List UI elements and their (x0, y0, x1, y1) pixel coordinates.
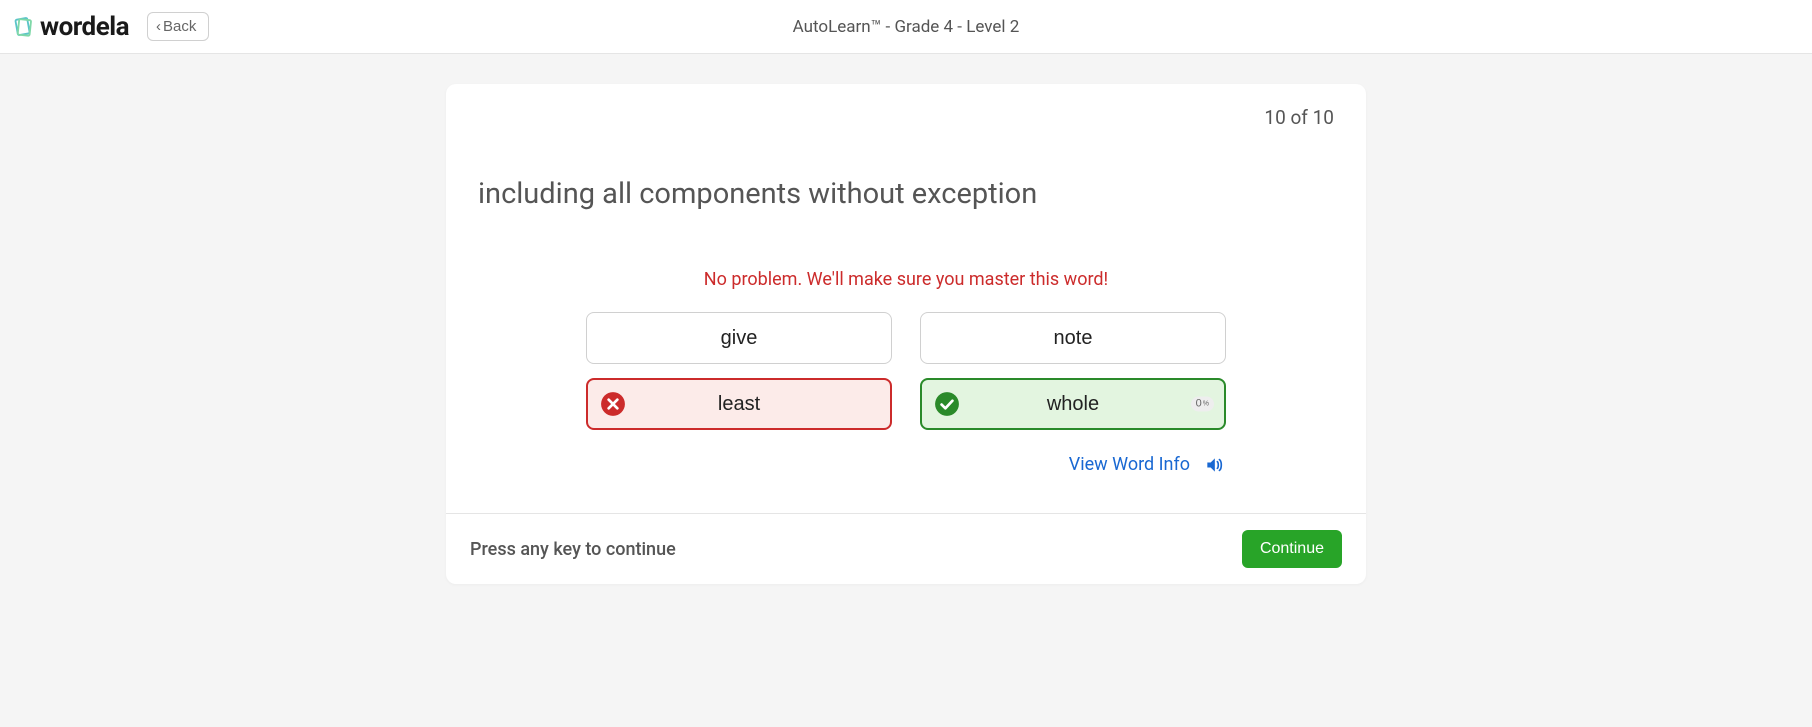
mastery-badge: 0% (1191, 397, 1214, 412)
option-least[interactable]: least (586, 378, 892, 430)
continue-button[interactable]: Continue (1242, 530, 1342, 568)
word-info-row: View Word Info (586, 454, 1226, 475)
back-button[interactable]: ‹ Back (147, 12, 209, 41)
logo[interactable]: wordela (12, 12, 129, 42)
continue-hint: Press any key to continue (470, 539, 676, 560)
option-label: whole (1047, 393, 1099, 416)
feedback-message: No problem. We'll make sure you master t… (478, 269, 1334, 290)
view-word-info-link[interactable]: View Word Info (1069, 454, 1190, 475)
option-whole[interactable]: whole 0% (920, 378, 1226, 430)
page-title: AutoLearn™ - Grade 4 - Level 2 (793, 17, 1020, 37)
card-body: 10 of 10 including all components withou… (446, 84, 1366, 513)
book-icon (12, 16, 34, 38)
main-area: 10 of 10 including all components withou… (0, 54, 1812, 584)
back-label: Back (163, 18, 196, 35)
quiz-card: 10 of 10 including all components withou… (446, 84, 1366, 584)
progress-counter: 10 of 10 (478, 106, 1334, 129)
check-circle-icon (934, 391, 960, 417)
mastery-value: 0 (1196, 399, 1202, 410)
x-circle-icon (600, 391, 626, 417)
option-label: give (721, 327, 758, 350)
chevron-left-icon: ‹ (156, 19, 161, 34)
definition-prompt: including all components without excepti… (478, 177, 1334, 211)
option-label: least (718, 393, 760, 416)
logo-text: wordela (40, 12, 129, 42)
option-note[interactable]: note (920, 312, 1226, 364)
app-header: wordela ‹ Back AutoLearn™ - Grade 4 - Le… (0, 0, 1812, 54)
speaker-icon[interactable] (1204, 455, 1224, 475)
option-label: note (1054, 327, 1093, 350)
card-footer: Press any key to continue Continue (446, 513, 1366, 584)
answer-options: give note least (586, 312, 1226, 430)
percent-sign: % (1203, 401, 1209, 408)
option-give[interactable]: give (586, 312, 892, 364)
